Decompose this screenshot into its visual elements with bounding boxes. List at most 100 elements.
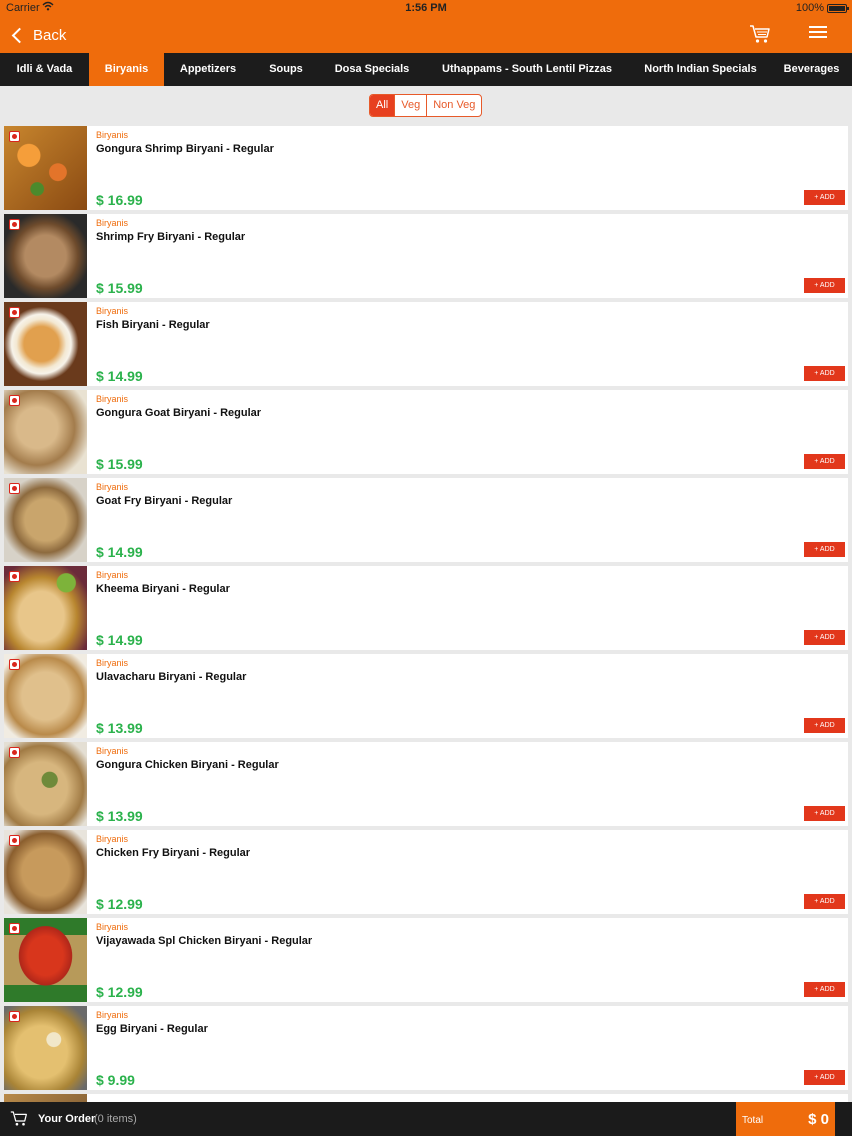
tab-uthappams[interactable]: Uthappams - South Lentil Pizzas — [424, 53, 630, 86]
item-category: Biryanis — [96, 306, 129, 316]
battery-percent: 100% — [795, 2, 824, 14]
item-name: Shrimp Fry Biryani - Regular — [96, 231, 246, 243]
non-veg-indicator-icon — [9, 923, 20, 934]
chevron-left-icon — [11, 27, 28, 43]
hamburger-menu-icon[interactable] — [809, 26, 827, 40]
add-to-cart-button[interactable]: + ADD — [804, 190, 845, 205]
list-item[interactable]: Biryanis Shrimp Fry Biryani - Regular $ … — [4, 214, 848, 298]
list-item-partial[interactable] — [4, 1094, 848, 1102]
item-name: Kheema Biryani - Regular — [96, 583, 230, 595]
food-thumbnail — [4, 1094, 87, 1102]
item-name: Gongura Shrimp Biryani - Regular — [96, 143, 274, 155]
item-price: $ 9.99 — [96, 1072, 135, 1088]
tab-biryanis[interactable]: Biryanis — [89, 53, 164, 86]
add-to-cart-button[interactable]: + ADD — [804, 542, 845, 557]
food-thumbnail — [4, 126, 87, 210]
item-name: Vijayawada Spl Chicken Biryani - Regular — [96, 935, 313, 947]
list-item[interactable]: Biryanis Gongura Chicken Biryani - Regul… — [4, 742, 848, 826]
add-to-cart-button[interactable]: + ADD — [804, 630, 845, 645]
non-veg-indicator-icon — [9, 307, 20, 318]
item-price: $ 14.99 — [96, 544, 143, 560]
item-price: $ 13.99 — [96, 808, 143, 824]
item-category: Biryanis — [96, 746, 129, 756]
tab-north-indian-specials[interactable]: North Indian Specials — [630, 53, 771, 86]
food-thumbnail — [4, 302, 87, 386]
item-category: Biryanis — [96, 658, 129, 668]
add-to-cart-button[interactable]: + ADD — [804, 894, 845, 909]
filter-veg[interactable]: Veg — [394, 95, 426, 116]
order-item-count: (0 items) — [94, 1113, 137, 1125]
list-item[interactable]: Biryanis Goat Fry Biryani - Regular $ 14… — [4, 478, 848, 562]
item-category: Biryanis — [96, 570, 129, 580]
food-thumbnail — [4, 918, 87, 1002]
total-value: $ 0 — [808, 1111, 829, 1128]
non-veg-indicator-icon — [9, 131, 20, 142]
clock: 1:56 PM — [405, 2, 447, 14]
cart-icon — [10, 1111, 27, 1126]
item-price: $ 14.99 — [96, 368, 143, 384]
list-item[interactable]: Biryanis Fish Biryani - Regular $ 14.99 … — [4, 302, 848, 386]
list-item[interactable]: Biryanis Chicken Fry Biryani - Regular $… — [4, 830, 848, 914]
item-category: Biryanis — [96, 922, 129, 932]
menu-item-list[interactable]: Biryanis Gongura Shrimp Biryani - Regula… — [0, 126, 852, 1102]
filter-all[interactable]: All — [370, 95, 395, 116]
food-thumbnail — [4, 654, 87, 738]
item-price: $ 15.99 — [96, 456, 143, 472]
add-to-cart-button[interactable]: + ADD — [804, 454, 845, 469]
tab-dosa-specials[interactable]: Dosa Specials — [320, 53, 424, 86]
food-thumbnail — [4, 742, 87, 826]
add-to-cart-button[interactable]: + ADD — [804, 1070, 845, 1085]
cart-icon[interactable] — [749, 24, 771, 44]
add-to-cart-button[interactable]: + ADD — [804, 982, 845, 997]
non-veg-indicator-icon — [9, 483, 20, 494]
add-to-cart-button[interactable]: + ADD — [804, 366, 845, 381]
item-category: Biryanis — [96, 482, 129, 492]
food-thumbnail — [4, 566, 87, 650]
item-category: Biryanis — [96, 218, 129, 228]
non-veg-indicator-icon — [9, 219, 20, 230]
list-item[interactable]: Biryanis Gongura Shrimp Biryani - Regula… — [4, 126, 848, 210]
non-veg-indicator-icon — [9, 747, 20, 758]
tab-appetizers[interactable]: Appetizers — [164, 53, 252, 86]
list-item[interactable]: Biryanis Egg Biryani - Regular $ 9.99 + … — [4, 1006, 848, 1090]
back-button[interactable]: Back — [8, 24, 66, 46]
item-price: $ 12.99 — [96, 984, 143, 1000]
item-price: $ 13.99 — [96, 720, 143, 736]
list-item[interactable]: Biryanis Gongura Goat Biryani - Regular … — [4, 390, 848, 474]
add-to-cart-button[interactable]: + ADD — [804, 278, 845, 293]
total-label: Total — [742, 1115, 764, 1126]
food-thumbnail — [4, 214, 87, 298]
non-veg-indicator-icon — [9, 395, 20, 406]
app-header: Carrier 1:56 PM 100% Back — [0, 0, 852, 53]
list-item[interactable]: Biryanis Kheema Biryani - Regular $ 14.9… — [4, 566, 848, 650]
tab-idli-vada[interactable]: Idli & Vada — [0, 53, 89, 86]
item-category: Biryanis — [96, 130, 129, 140]
tab-soups[interactable]: Soups — [252, 53, 320, 86]
list-item[interactable]: Biryanis Ulavacharu Biryani - Regular $ … — [4, 654, 848, 738]
filter-non-veg[interactable]: Non Veg — [426, 95, 481, 116]
order-summary-bar[interactable]: Your Order (0 items) Total $ 0 — [0, 1102, 852, 1136]
list-item[interactable]: Biryanis Vijayawada Spl Chicken Biryani … — [4, 918, 848, 1002]
food-thumbnail — [4, 478, 87, 562]
item-category: Biryanis — [96, 394, 129, 404]
item-name: Chicken Fry Biryani - Regular — [96, 847, 251, 859]
total-box[interactable]: Total $ 0 — [736, 1102, 835, 1136]
item-name: Ulavacharu Biryani - Regular — [96, 671, 247, 683]
back-label: Back — [33, 26, 67, 44]
item-price: $ 12.99 — [96, 896, 143, 912]
add-to-cart-button[interactable]: + ADD — [804, 806, 845, 821]
item-category: Biryanis — [96, 1010, 129, 1020]
tab-beverages[interactable]: Beverages — [771, 53, 852, 86]
non-veg-indicator-icon — [9, 571, 20, 582]
item-name: Fish Biryani - Regular — [96, 319, 210, 331]
category-tab-bar: Idli & Vada Biryanis Appetizers Soups Do… — [0, 53, 852, 86]
item-name: Egg Biryani - Regular — [96, 1023, 208, 1035]
veg-filter-segmented-control: All Veg Non Veg — [369, 94, 483, 117]
non-veg-indicator-icon — [9, 835, 20, 846]
non-veg-indicator-icon — [9, 659, 20, 670]
food-thumbnail — [4, 390, 87, 474]
item-name: Goat Fry Biryani - Regular — [96, 495, 233, 507]
item-price: $ 15.99 — [96, 280, 143, 296]
item-name: Gongura Goat Biryani - Regular — [96, 407, 262, 419]
add-to-cart-button[interactable]: + ADD — [804, 718, 845, 733]
